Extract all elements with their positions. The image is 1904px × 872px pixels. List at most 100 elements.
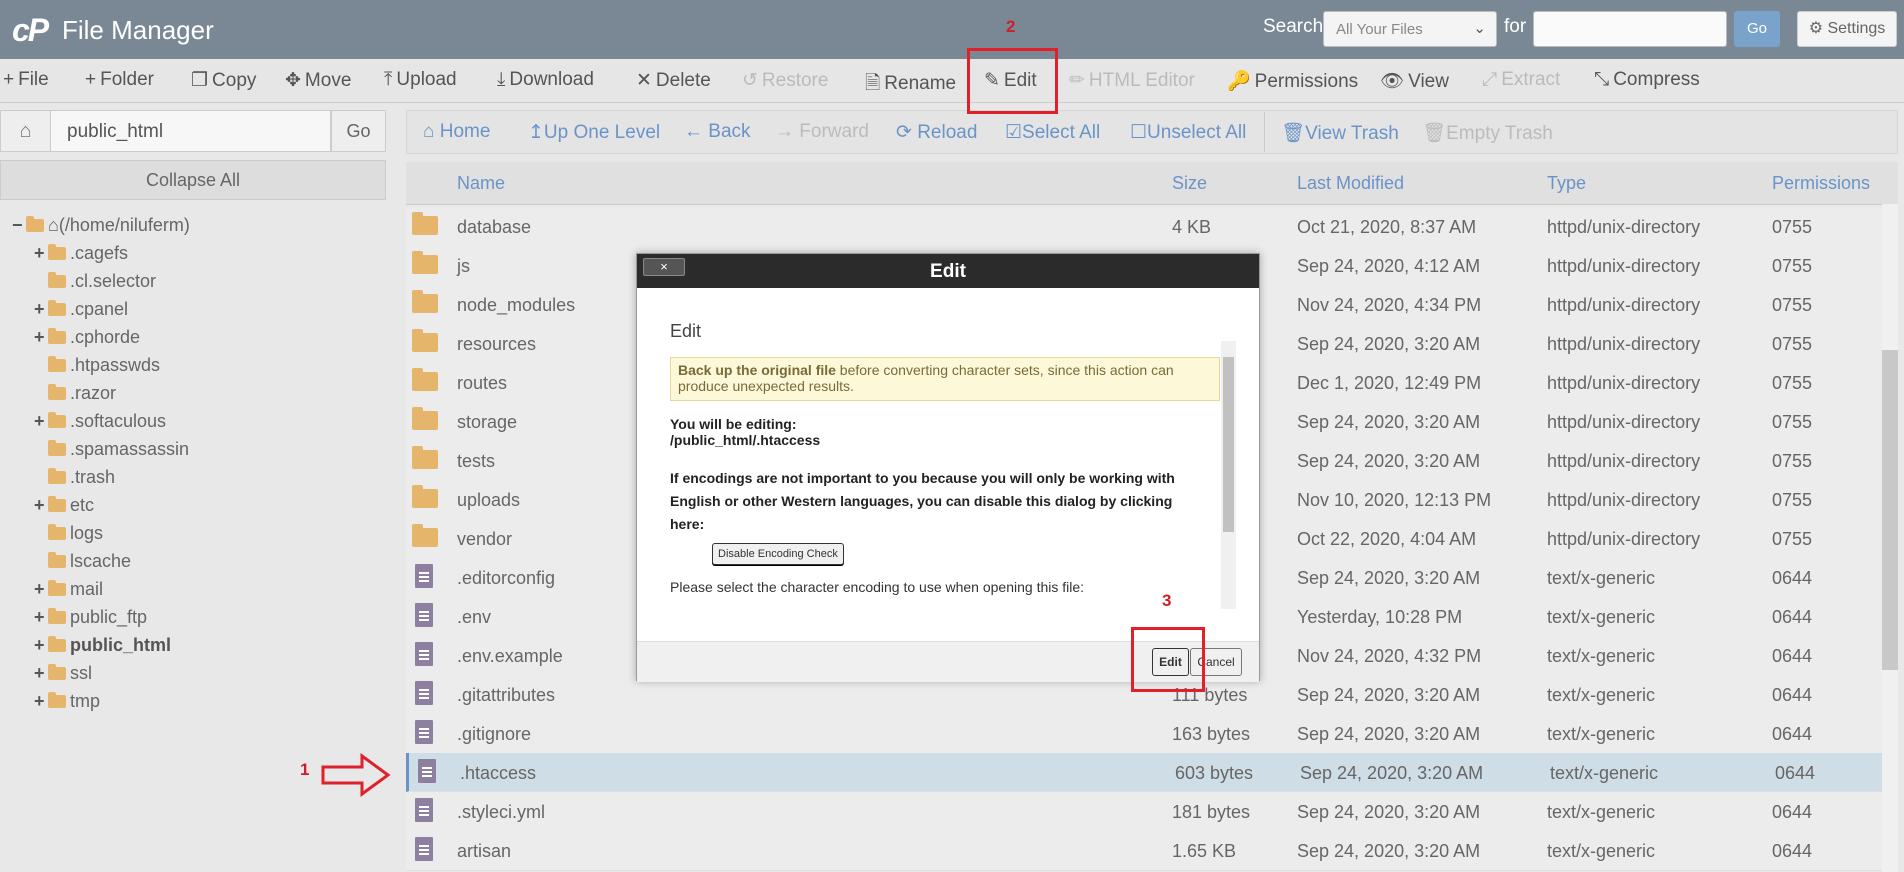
tree-item[interactable]: lscache [48,551,131,577]
table-row[interactable]: artisan 1.65 KB Sep 24, 2020, 3:20 AM text/… [406,831,1882,871]
file-icon [415,837,433,861]
cell-name: node_modules [457,295,576,315]
file-table-header [406,162,1898,205]
editing-info: You will be editing:/public_html/.htacce… [670,416,820,448]
column-header-size[interactable]: Size [1172,173,1207,194]
table-row[interactable]: .styleci.yml 181 bytes Sep 24, 2020, 3:20 … [406,792,1882,832]
column-header-type[interactable]: Type [1547,173,1586,194]
toolbar-folder-button[interactable]: + Folder [85,69,154,93]
toolbar-view-button[interactable]: 👁 View [1380,69,1449,93]
tree-item[interactable]: + mail [34,579,103,605]
editing-path: /public_html/.htaccess [670,432,821,448]
nav-view-trash-button[interactable]: 🗑View Trash [1281,121,1399,145]
table-row[interactable]: .gitignore 163 bytes Sep 24, 2020, 3:20 AM… [406,714,1882,754]
cell-permissions: 0755 [1772,529,1813,549]
tree-item[interactable]: + tmp [34,691,100,717]
toolbar-move-button[interactable]: ✥ Move [285,69,351,93]
home-icon: ⌂ [48,215,59,235]
cpanel-logo[interactable]: cP [12,12,49,49]
cell-type: text/x-generic [1547,607,1656,627]
toolbar-restore-button[interactable]: ↺ Restore [742,69,828,93]
cell-last-modified: Sep 24, 2020, 3:20 AM [1297,568,1481,588]
tree-item[interactable]: + .softaculous [34,411,166,437]
edit-dialog: × Edit Edit Back up the original file be… [636,253,1260,682]
path-go-button[interactable]: Go [331,110,386,152]
app-title: File Manager [62,15,214,45]
nav-forward-button[interactable]: → Forward [775,121,869,143]
disable-encoding-check-button[interactable]: Disable Encoding Check [712,543,844,565]
search-scope-select[interactable]: All Your Files ⌄ [1323,11,1497,47]
search-input[interactable] [1533,11,1727,47]
cell-last-modified: Nov 24, 2020, 4:32 PM [1297,646,1482,666]
cell-last-modified: Nov 10, 2020, 12:13 PM [1297,490,1492,510]
column-header-permissions[interactable]: Permissions [1772,173,1870,194]
search-go-button[interactable]: Go [1734,11,1780,47]
toolbar-download-button[interactable]: ⤓ Download [497,69,594,93]
tree-item[interactable]: .trash [48,467,115,493]
toolbar-file-button[interactable]: + File [3,69,49,93]
cell-type: httpd/unix-directory [1547,412,1701,432]
expand-icon: ⤢ [1482,69,1498,90]
tree-item[interactable]: + .cphorde [34,327,140,353]
tree-item[interactable]: + etc [34,495,94,521]
folder-icon [48,524,66,540]
toolbar-html-editor-button[interactable]: ✏ HTML Editor [1069,69,1195,93]
home-icon[interactable]: ⌂ [0,110,51,152]
settings-button[interactable]: ⚙ Settings [1797,11,1897,47]
tree-item-label: .softaculous [70,411,167,431]
cell-name: .styleci.yml [457,802,546,822]
tree-item[interactable]: logs [48,523,103,549]
toolbar-delete-button[interactable]: ✕ Delete [636,69,711,93]
cell-type: httpd/unix-directory [1547,451,1701,471]
cell-permissions: 0755 [1772,412,1813,432]
cell-type: text/x-generic [1547,568,1656,588]
table-row[interactable]: database 4 KB Oct 21, 2020, 8:37 AM httpd/u… [406,207,1882,247]
cell-name: artisan [457,841,512,861]
toolbar-compress-button[interactable]: ⤡ Compress [1594,69,1700,93]
tree-item[interactable]: .cl.selector [48,271,156,297]
column-header-last-modified[interactable]: Last Modified [1297,173,1404,194]
nav-reload-button[interactable]: ⟳ Reload [896,121,977,144]
tree-item[interactable]: .htpasswds [48,355,160,381]
trash-icon: 🗑 [1281,123,1306,144]
cell-name: .gitattributes [457,685,556,705]
table-row-selected[interactable]: .htaccess 603 bytes Sep 24, 2020, 3:20 AM t… [406,753,1882,792]
tree-item-label: mail [70,579,104,599]
nav-unselect-all-button[interactable]: ☐Unselect All [1130,121,1246,144]
nav-home-button[interactable]: ⌂ Home [423,121,490,143]
cell-permissions: 0755 [1772,217,1813,237]
nav-up-one-level-button[interactable]: ↥Up One Level [528,121,660,144]
tree-item-current[interactable]: + public_html [34,635,171,661]
folder-icon [48,440,66,456]
tree-item[interactable]: + ssl [34,663,92,689]
file-icon [415,603,433,627]
tree-item[interactable]: .razor [48,383,116,409]
toolbar-rename-button[interactable]: 🗎 Rename [865,69,956,94]
collapse-all-button[interactable]: Collapse All [0,160,386,200]
cell-permissions: 0644 [1772,802,1813,822]
tree-item[interactable]: + .cpanel [34,299,128,325]
toolbar-permissions-button[interactable]: 🔑 Permissions [1227,69,1358,93]
folder-icon [412,251,438,274]
folder-icon [48,496,66,512]
dialog-scrollbar-thumb[interactable] [1223,357,1234,532]
toolbar-copy-button[interactable]: ❐ Copy [191,69,256,93]
tree-item[interactable]: + .cagefs [34,243,128,269]
nav-back-button[interactable]: ← Back [684,121,751,143]
tree-item-label: .cphorde [70,327,141,347]
tree-item[interactable]: + public_ftp [34,607,147,633]
tree-root[interactable]: − ⌂(/home/niluferm) [12,215,190,241]
folder-icon [48,608,66,624]
path-input[interactable]: public_html [51,110,331,152]
for-label: for [1504,16,1527,37]
nav-select-all-button[interactable]: ☑Select All [1005,121,1100,144]
cell-name: storage [457,412,518,432]
tree-item[interactable]: .spamassassin [48,439,189,465]
table-scrollbar-thumb[interactable] [1882,350,1898,670]
toolbar-extract-button[interactable]: ⤢ Extract [1482,69,1560,93]
folder-icon [48,664,66,680]
toolbar-upload-button[interactable]: ⤒ Upload [384,69,457,93]
cell-permissions: 0644 [1772,568,1813,588]
column-header-name[interactable]: Name [457,173,505,194]
nav-empty-trash-button[interactable]: 🗑Empty Trash [1422,121,1553,145]
